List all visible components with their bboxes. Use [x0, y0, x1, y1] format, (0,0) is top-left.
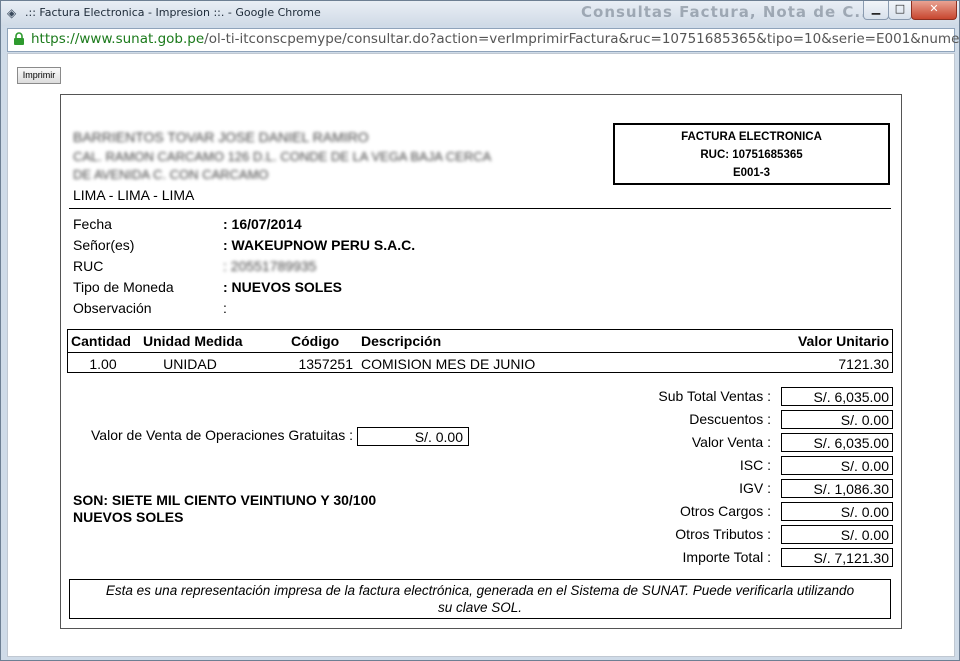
col-unidad: Unidad Medida: [139, 329, 287, 353]
total-row-isc: ISC : S/. 0.00: [641, 456, 901, 476]
total-label: Importe Total :: [682, 549, 771, 565]
total-label: ISC :: [739, 457, 771, 473]
observacion-label: Observación: [73, 300, 152, 316]
senor-label: Señor(es): [73, 237, 135, 253]
total-value: S/. 0.00: [781, 456, 893, 475]
footer-line1: Esta es una representación impresa de la…: [105, 583, 855, 598]
total-value: S/. 0.00: [781, 502, 893, 521]
fecha-value: : 16/07/2014: [223, 216, 302, 232]
cell-descripcion: COMISION MES DE JUNIO: [361, 356, 536, 372]
close-button[interactable]: ✕: [911, 1, 957, 20]
document-number: E001-3: [732, 167, 771, 179]
total-value: S/. 1,086.30: [781, 479, 893, 498]
emitter-location: LIMA - LIMA - LIMA: [73, 187, 195, 203]
gratuitas-value: S/. 0.00: [357, 427, 470, 446]
document-ruc: RUC: 10751685365: [700, 149, 803, 161]
ruc-value: : 20551789935: [223, 258, 317, 274]
emitter-address-line2: DE AVENIDA C. CON CARCAMO: [73, 167, 269, 182]
total-row-subtotal: Sub Total Ventas : S/. 6,035.00: [641, 387, 901, 407]
moneda-value: : NUEVOS SOLES: [223, 279, 343, 295]
cell-cantidad: 1.00: [89, 356, 117, 372]
lock-icon: [14, 32, 24, 45]
browser-window: ◈ .:: Factura Electronica - Impresion ::…: [0, 0, 960, 661]
app-logo-icon: ◈: [7, 6, 17, 20]
total-value: S/. 0.00: [781, 525, 893, 544]
window-title: .:: Factura Electronica - Impresion ::. …: [25, 6, 321, 19]
total-label: Otros Tributos :: [675, 526, 771, 542]
total-label: Descuentos :: [689, 411, 771, 427]
total-row-otros-tributos: Otros Tributos : S/. 0.00: [641, 525, 901, 545]
footer-notice: Esta es una representación impresa de la…: [69, 579, 891, 619]
url-text[interactable]: https://www.sunat.gob.pe/ol-ti-itconscpe…: [31, 31, 960, 47]
minimize-button[interactable]: ▁: [863, 1, 889, 20]
col-codigo: Código: [287, 329, 357, 353]
gratuitas-label: Valor de Venta de Operaciones Gratuitas …: [91, 427, 354, 444]
amount-in-words-line2: NUEVOS SOLES: [73, 509, 184, 525]
table-row: 1.00 UNIDAD 1357251 COMISION MES DE JUNI…: [67, 353, 893, 376]
senor-value: : WAKEUPNOW PERU S.A.C.: [223, 237, 416, 253]
title-bar[interactable]: ◈ .:: Factura Electronica - Impresion ::…: [1, 1, 959, 26]
total-row-importe-total: Importe Total : S/. 7,121.30: [641, 548, 901, 568]
url-host: www.sunat.gob.pe: [79, 31, 205, 47]
ruc-label: RUC: [73, 258, 104, 274]
amount-in-words: SON: SIETE MIL CIENTO VEINTIUNO Y 30/100…: [73, 492, 376, 526]
total-label: IGV :: [739, 480, 771, 496]
invoice-id-box: FACTURA ELECTRONICA RUC: 10751685365 E00…: [613, 123, 890, 185]
emitter-address-line1: CAL. RAMON CARCAMO 126 D.L. CONDE DE LA …: [73, 149, 492, 164]
total-row-igv: IGV : S/. 1,086.30: [641, 479, 901, 499]
print-button[interactable]: Imprimir: [17, 67, 61, 84]
items-table: Cantidad Unidad Medida Código Descripció…: [67, 329, 893, 375]
total-label: Otros Cargos :: [679, 503, 771, 519]
cell-valor-unitario: 7121.30: [838, 356, 889, 372]
cell-unidad: UNIDAD: [163, 356, 217, 372]
gratuitas-row: Valor de Venta de Operaciones Gratuitas …: [91, 427, 470, 446]
total-value: S/. 0.00: [781, 410, 893, 429]
total-row-valor-venta: Valor Venta : S/. 6,035.00: [641, 433, 901, 453]
total-row-descuentos: Descuentos : S/. 0.00: [641, 410, 901, 430]
cell-codigo: 1357251: [298, 356, 353, 372]
moneda-label: Tipo de Moneda: [73, 279, 174, 295]
emitter-name: BARRIENTOS TOVAR JOSE DANIEL RAMIRO: [73, 129, 369, 145]
total-value: S/. 7,121.30: [781, 548, 893, 567]
total-label: Sub Total Ventas :: [658, 388, 771, 404]
fecha-label: Fecha: [73, 216, 112, 232]
url-scheme: https://: [31, 31, 80, 47]
total-value: S/. 6,035.00: [781, 433, 893, 452]
col-descripcion: Descripción: [357, 329, 781, 353]
observacion-value: :: [223, 300, 227, 316]
footer-line2: su clave SOL.: [437, 600, 523, 615]
amount-in-words-line1: SON: SIETE MIL CIENTO VEINTIUNO Y 30/100: [73, 492, 377, 508]
maximize-button[interactable]: □: [888, 1, 912, 20]
page-content: Imprimir BARRIENTOS TOVAR JOSE DANIEL RA…: [7, 53, 955, 657]
document-type: FACTURA ELECTRONICA: [681, 131, 822, 143]
total-label: Valor Venta :: [691, 434, 771, 450]
url-path: /ol-ti-itconscpemype/consultar.do?action…: [204, 31, 960, 47]
total-row-otros-cargos: Otros Cargos : S/. 0.00: [641, 502, 901, 522]
invoice-document: BARRIENTOS TOVAR JOSE DANIEL RAMIRO CAL.…: [60, 94, 902, 629]
address-bar[interactable]: https://www.sunat.gob.pe/ol-ti-itconscpe…: [7, 28, 960, 52]
col-valor-unitario: Valor Unitario: [781, 329, 893, 353]
col-cantidad: Cantidad: [67, 329, 139, 353]
total-value: S/. 6,035.00: [781, 387, 893, 406]
items-header-row: Cantidad Unidad Medida Código Descripció…: [67, 329, 893, 353]
header-divider: [69, 208, 891, 209]
